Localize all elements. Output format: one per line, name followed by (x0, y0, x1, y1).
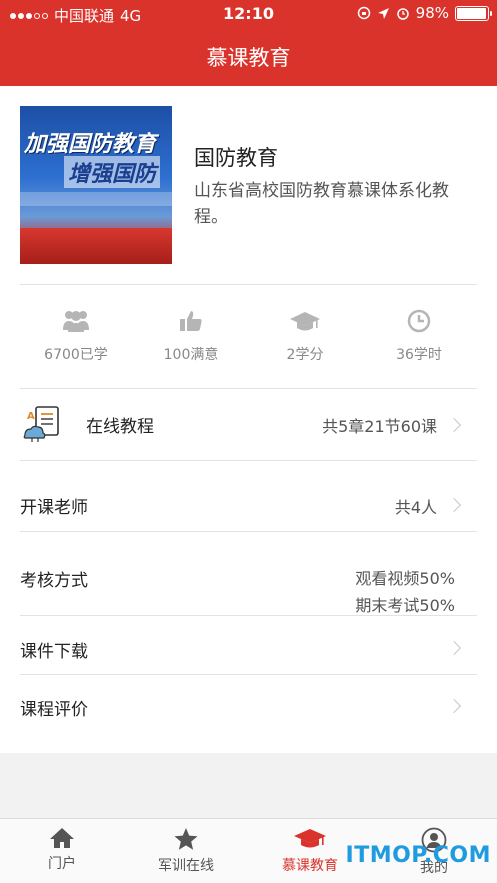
reviews-row[interactable]: 课程评价 (0, 675, 497, 733)
tab-military-training-label: 军训在线 (158, 858, 214, 874)
stat-learners-label: 6700已学 (44, 347, 108, 363)
assessment-row: 考核方式 观看视频50% 期末考试50% (0, 532, 497, 615)
assessment-video: 观看视频50% (355, 569, 455, 588)
battery-icon (455, 5, 492, 21)
teachers-row[interactable]: 开课老师 共4人 (0, 461, 497, 531)
cover-headline-2: 增强国防 (64, 156, 161, 188)
course-description: 山东省高校国防教育慕课体系化教程。 (194, 181, 449, 227)
system-indicators: 98% (357, 4, 492, 22)
chevron-right-icon (446, 698, 462, 714)
course-detail: 加强国防教育 增强国防 国防教育 山东省高校国防教育慕课体系化教程。 6700已… (0, 86, 497, 753)
site-watermark: ITMOP.COM (345, 843, 491, 868)
star-icon (174, 828, 198, 850)
tab-portal[interactable]: 门户 (0, 819, 124, 883)
chevron-right-icon (446, 417, 462, 433)
stat-hours: 36学时 (357, 300, 481, 364)
chevron-right-icon (446, 640, 462, 656)
teachers-label: 开课老师 (20, 498, 88, 518)
stat-credits-label: 2学分 (286, 347, 324, 363)
page-title: 慕课教育 (206, 46, 291, 70)
downloads-label: 课件下载 (20, 642, 88, 662)
course-cover-image: 加强国防教育 增强国防 (20, 106, 172, 264)
home-icon (50, 828, 74, 848)
users-icon (63, 311, 89, 332)
course-book-icon: A (23, 406, 59, 442)
chevron-right-icon (446, 497, 462, 513)
teachers-count: 共4人 (394, 498, 437, 517)
rotation-lock-icon (357, 6, 370, 20)
tab-portal-label: 门户 (48, 856, 76, 872)
status-bar: 中国联通 4G 12:10 98% (0, 0, 497, 28)
tab-military-training[interactable]: 军训在线 (124, 819, 248, 883)
divider (20, 284, 477, 285)
stat-learners: 6700已学 (14, 300, 138, 364)
course-stats: 6700已学 100满意 2学分 36学时 (0, 300, 497, 380)
downloads-row[interactable]: 课件下载 (0, 616, 497, 674)
alarm-icon (396, 8, 409, 20)
location-icon (377, 7, 389, 19)
svg-text:A: A (27, 411, 35, 422)
cover-headline-1: 加强国防教育 (24, 132, 157, 157)
graduation-cap-icon (294, 829, 326, 848)
battery-percent: 98% (415, 4, 449, 22)
stat-hours-label: 36学时 (396, 347, 442, 363)
online-course-row[interactable]: A 在线教程 共5章21节60课 (0, 389, 497, 460)
clock-icon (407, 309, 431, 333)
online-course-label: 在线教程 (86, 417, 154, 437)
online-course-count: 共5章21节60课 (322, 417, 437, 436)
stat-satisfaction: 100满意 (129, 300, 253, 364)
reviews-label: 课程评价 (20, 700, 88, 720)
thumbs-up-icon (180, 311, 202, 331)
assessment-label: 考核方式 (20, 571, 88, 591)
stat-credits: 2学分 (243, 300, 367, 364)
app-header: 中国联通 4G 12:10 98% 慕课教育 (0, 0, 497, 86)
graduation-cap-icon (290, 312, 320, 331)
assessment-exam: 期末考试50% (355, 596, 455, 615)
stat-satisfaction-label: 100满意 (163, 347, 219, 363)
course-title: 国防教育 (194, 146, 278, 170)
